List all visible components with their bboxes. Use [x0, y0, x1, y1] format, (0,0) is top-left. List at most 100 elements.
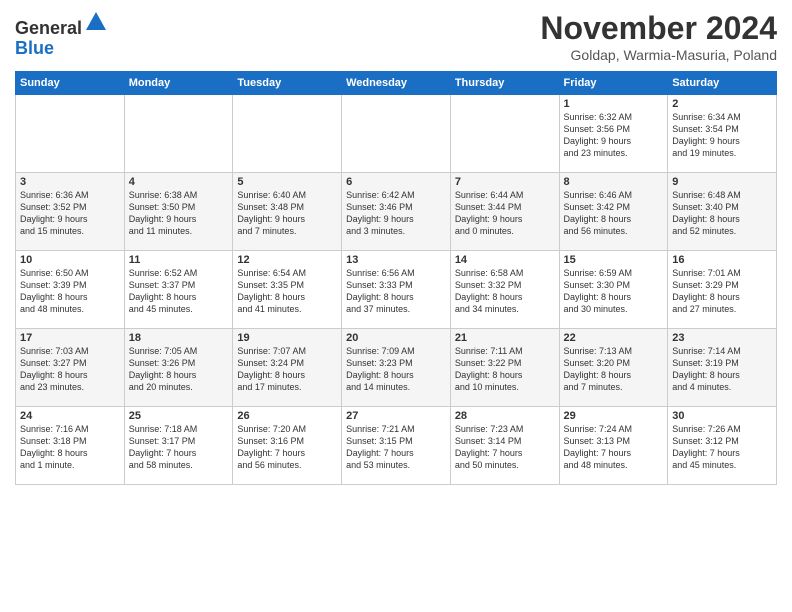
- calendar-week-row: 1Sunrise: 6:32 AM Sunset: 3:56 PM Daylig…: [16, 95, 777, 173]
- day-number: 9: [672, 176, 772, 188]
- day-number: 8: [564, 176, 664, 188]
- calendar-cell: 3Sunrise: 6:36 AM Sunset: 3:52 PM Daylig…: [16, 173, 125, 251]
- logo-blue: Blue: [15, 38, 54, 58]
- location: Goldap, Warmia-Masuria, Poland: [540, 47, 777, 63]
- calendar-cell: 9Sunrise: 6:48 AM Sunset: 3:40 PM Daylig…: [668, 173, 777, 251]
- calendar-cell: 13Sunrise: 6:56 AM Sunset: 3:33 PM Dayli…: [342, 251, 451, 329]
- day-number: 20: [346, 332, 446, 344]
- calendar-cell: 15Sunrise: 6:59 AM Sunset: 3:30 PM Dayli…: [559, 251, 668, 329]
- day-info: Sunrise: 6:52 AM Sunset: 3:37 PM Dayligh…: [129, 267, 229, 316]
- calendar-cell: [233, 95, 342, 173]
- weekday-header-row: SundayMondayTuesdayWednesdayThursdayFrid…: [16, 72, 777, 95]
- calendar-cell: 27Sunrise: 7:21 AM Sunset: 3:15 PM Dayli…: [342, 407, 451, 485]
- day-info: Sunrise: 6:38 AM Sunset: 3:50 PM Dayligh…: [129, 189, 229, 238]
- calendar-cell: 18Sunrise: 7:05 AM Sunset: 3:26 PM Dayli…: [124, 329, 233, 407]
- day-number: 22: [564, 332, 664, 344]
- day-number: 5: [237, 176, 337, 188]
- calendar-cell: 24Sunrise: 7:16 AM Sunset: 3:18 PM Dayli…: [16, 407, 125, 485]
- day-info: Sunrise: 7:07 AM Sunset: 3:24 PM Dayligh…: [237, 345, 337, 394]
- day-number: 25: [129, 410, 229, 422]
- header: General Blue November 2024 Goldap, Warmi…: [15, 10, 777, 63]
- day-info: Sunrise: 7:03 AM Sunset: 3:27 PM Dayligh…: [20, 345, 120, 394]
- calendar-cell: 10Sunrise: 6:50 AM Sunset: 3:39 PM Dayli…: [16, 251, 125, 329]
- day-info: Sunrise: 6:48 AM Sunset: 3:40 PM Dayligh…: [672, 189, 772, 238]
- day-info: Sunrise: 7:11 AM Sunset: 3:22 PM Dayligh…: [455, 345, 555, 394]
- day-info: Sunrise: 6:36 AM Sunset: 3:52 PM Dayligh…: [20, 189, 120, 238]
- calendar-cell: 4Sunrise: 6:38 AM Sunset: 3:50 PM Daylig…: [124, 173, 233, 251]
- calendar-cell: 1Sunrise: 6:32 AM Sunset: 3:56 PM Daylig…: [559, 95, 668, 173]
- calendar-cell: [124, 95, 233, 173]
- calendar-cell: 29Sunrise: 7:24 AM Sunset: 3:13 PM Dayli…: [559, 407, 668, 485]
- day-number: 17: [20, 332, 120, 344]
- weekday-header: Monday: [124, 72, 233, 95]
- weekday-header: Thursday: [450, 72, 559, 95]
- day-number: 4: [129, 176, 229, 188]
- day-number: 12: [237, 254, 337, 266]
- day-info: Sunrise: 6:56 AM Sunset: 3:33 PM Dayligh…: [346, 267, 446, 316]
- day-number: 23: [672, 332, 772, 344]
- day-number: 21: [455, 332, 555, 344]
- day-info: Sunrise: 7:26 AM Sunset: 3:12 PM Dayligh…: [672, 423, 772, 472]
- calendar-cell: 21Sunrise: 7:11 AM Sunset: 3:22 PM Dayli…: [450, 329, 559, 407]
- day-info: Sunrise: 6:54 AM Sunset: 3:35 PM Dayligh…: [237, 267, 337, 316]
- calendar-page: General Blue November 2024 Goldap, Warmi…: [0, 0, 792, 612]
- calendar-cell: 19Sunrise: 7:07 AM Sunset: 3:24 PM Dayli…: [233, 329, 342, 407]
- calendar-cell: 17Sunrise: 7:03 AM Sunset: 3:27 PM Dayli…: [16, 329, 125, 407]
- weekday-header: Saturday: [668, 72, 777, 95]
- calendar-cell: [16, 95, 125, 173]
- calendar-cell: 6Sunrise: 6:42 AM Sunset: 3:46 PM Daylig…: [342, 173, 451, 251]
- day-info: Sunrise: 6:44 AM Sunset: 3:44 PM Dayligh…: [455, 189, 555, 238]
- day-number: 15: [564, 254, 664, 266]
- day-number: 6: [346, 176, 446, 188]
- day-number: 27: [346, 410, 446, 422]
- day-number: 18: [129, 332, 229, 344]
- day-number: 28: [455, 410, 555, 422]
- day-number: 11: [129, 254, 229, 266]
- day-number: 24: [20, 410, 120, 422]
- day-number: 3: [20, 176, 120, 188]
- calendar-week-row: 24Sunrise: 7:16 AM Sunset: 3:18 PM Dayli…: [16, 407, 777, 485]
- calendar-cell: 7Sunrise: 6:44 AM Sunset: 3:44 PM Daylig…: [450, 173, 559, 251]
- day-info: Sunrise: 6:59 AM Sunset: 3:30 PM Dayligh…: [564, 267, 664, 316]
- day-number: 29: [564, 410, 664, 422]
- calendar-cell: 8Sunrise: 6:46 AM Sunset: 3:42 PM Daylig…: [559, 173, 668, 251]
- day-info: Sunrise: 7:14 AM Sunset: 3:19 PM Dayligh…: [672, 345, 772, 394]
- logo: General Blue: [15, 10, 108, 59]
- calendar-cell: 14Sunrise: 6:58 AM Sunset: 3:32 PM Dayli…: [450, 251, 559, 329]
- day-number: 10: [20, 254, 120, 266]
- calendar-week-row: 10Sunrise: 6:50 AM Sunset: 3:39 PM Dayli…: [16, 251, 777, 329]
- day-number: 16: [672, 254, 772, 266]
- title-block: November 2024 Goldap, Warmia-Masuria, Po…: [540, 10, 777, 63]
- calendar-cell: 20Sunrise: 7:09 AM Sunset: 3:23 PM Dayli…: [342, 329, 451, 407]
- calendar-cell: 23Sunrise: 7:14 AM Sunset: 3:19 PM Dayli…: [668, 329, 777, 407]
- day-info: Sunrise: 6:42 AM Sunset: 3:46 PM Dayligh…: [346, 189, 446, 238]
- day-number: 13: [346, 254, 446, 266]
- day-info: Sunrise: 6:34 AM Sunset: 3:54 PM Dayligh…: [672, 111, 772, 160]
- day-number: 2: [672, 98, 772, 110]
- calendar-table: SundayMondayTuesdayWednesdayThursdayFrid…: [15, 71, 777, 485]
- calendar-cell: 25Sunrise: 7:18 AM Sunset: 3:17 PM Dayli…: [124, 407, 233, 485]
- day-info: Sunrise: 7:20 AM Sunset: 3:16 PM Dayligh…: [237, 423, 337, 472]
- day-number: 1: [564, 98, 664, 110]
- day-info: Sunrise: 7:16 AM Sunset: 3:18 PM Dayligh…: [20, 423, 120, 472]
- calendar-cell: 12Sunrise: 6:54 AM Sunset: 3:35 PM Dayli…: [233, 251, 342, 329]
- calendar-cell: 22Sunrise: 7:13 AM Sunset: 3:20 PM Dayli…: [559, 329, 668, 407]
- day-number: 30: [672, 410, 772, 422]
- weekday-header: Tuesday: [233, 72, 342, 95]
- calendar-cell: 5Sunrise: 6:40 AM Sunset: 3:48 PM Daylig…: [233, 173, 342, 251]
- day-number: 7: [455, 176, 555, 188]
- day-info: Sunrise: 6:50 AM Sunset: 3:39 PM Dayligh…: [20, 267, 120, 316]
- weekday-header: Wednesday: [342, 72, 451, 95]
- day-info: Sunrise: 7:18 AM Sunset: 3:17 PM Dayligh…: [129, 423, 229, 472]
- day-info: Sunrise: 7:05 AM Sunset: 3:26 PM Dayligh…: [129, 345, 229, 394]
- calendar-cell: 28Sunrise: 7:23 AM Sunset: 3:14 PM Dayli…: [450, 407, 559, 485]
- calendar-cell: [342, 95, 451, 173]
- calendar-cell: 16Sunrise: 7:01 AM Sunset: 3:29 PM Dayli…: [668, 251, 777, 329]
- logo-text: General Blue: [15, 10, 108, 59]
- logo-icon: [84, 10, 108, 34]
- day-number: 26: [237, 410, 337, 422]
- day-info: Sunrise: 7:01 AM Sunset: 3:29 PM Dayligh…: [672, 267, 772, 316]
- calendar-cell: 26Sunrise: 7:20 AM Sunset: 3:16 PM Dayli…: [233, 407, 342, 485]
- day-info: Sunrise: 6:46 AM Sunset: 3:42 PM Dayligh…: [564, 189, 664, 238]
- weekday-header: Friday: [559, 72, 668, 95]
